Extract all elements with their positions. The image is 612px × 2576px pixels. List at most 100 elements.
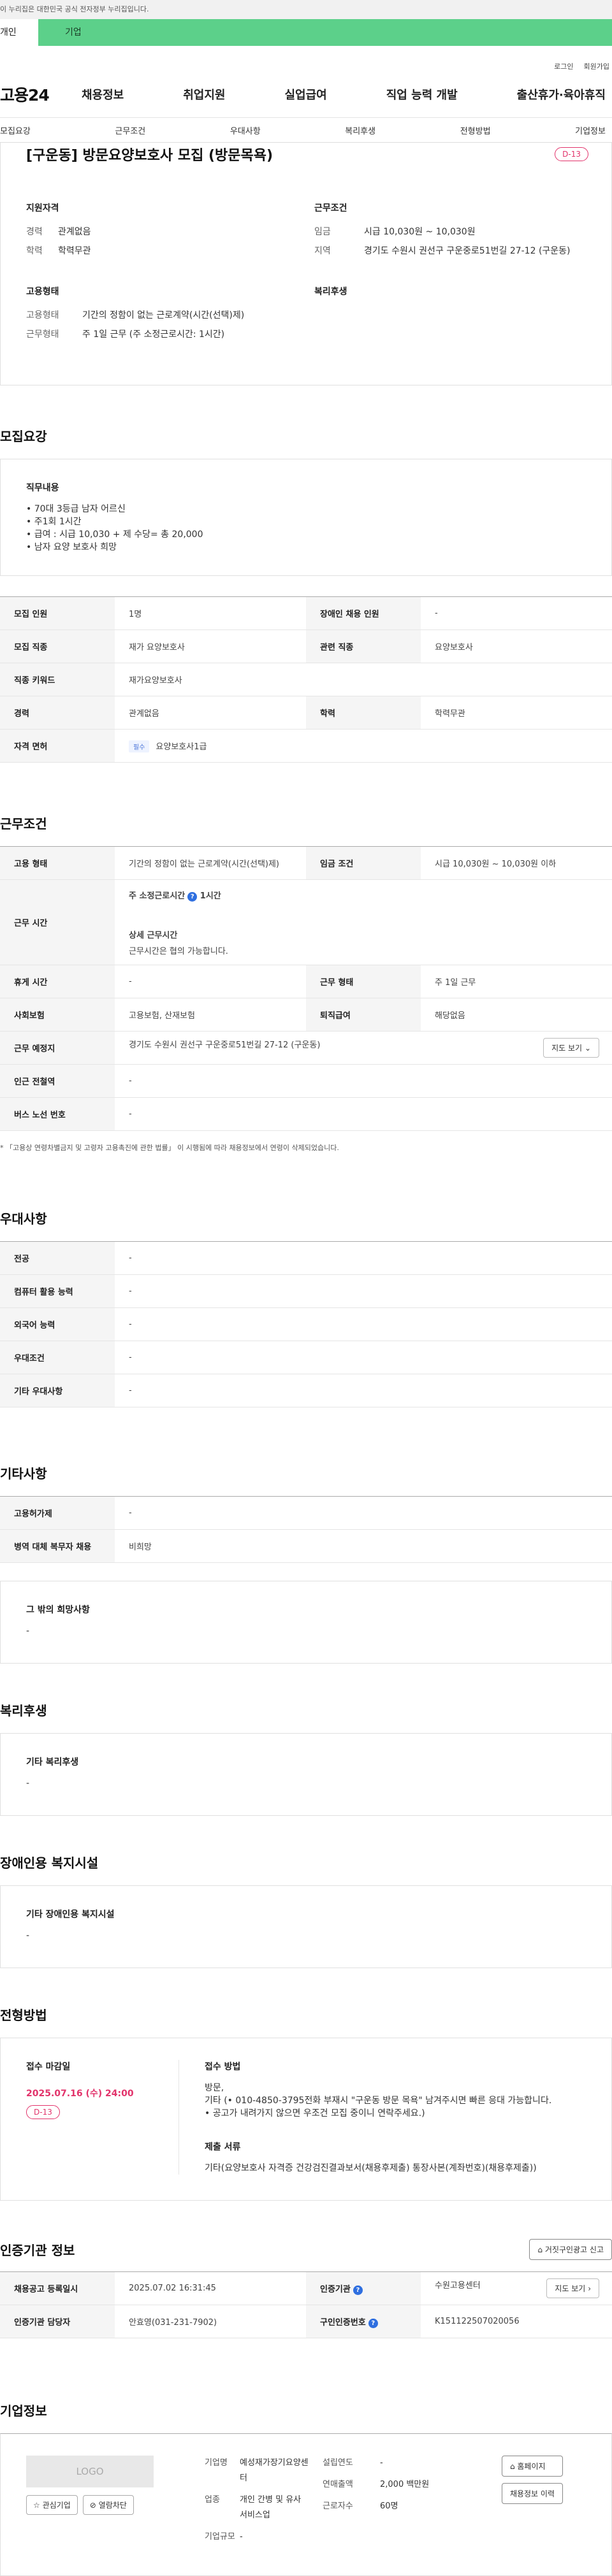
subway-key: 인근 전철역	[0, 1064, 115, 1098]
dday-badge: D-13	[26, 2105, 60, 2119]
company-box: LOGO ☆ 관심기업 ⊘ 열람차단 기업명 예성재가장기요양센터 업종 개인 간병…	[0, 2433, 612, 2576]
favorite-company-button[interactable]: ☆ 관심기업	[26, 2495, 78, 2515]
hours-cell: 주 소정근로시간? 1시간 상세 근무시간 근무시간은 협의 가능합니다.	[115, 879, 612, 965]
job-key: 모집 직종	[0, 630, 115, 663]
bus-key: 버스 노선 번호	[0, 1097, 115, 1131]
block-view-button[interactable]: ⊘ 열람차단	[82, 2495, 134, 2515]
biz-key: 업종	[205, 2495, 220, 2505]
hours-val1: 1시간	[200, 891, 221, 901]
etc-key: 고용허가제	[0, 1496, 115, 1530]
info-icon[interactable]: ?	[353, 2285, 363, 2295]
sec-nav-work[interactable]: 근무조건	[115, 124, 145, 136]
welfare-box-title: 기타 복리후생	[26, 1757, 79, 1767]
etc-value: 비희망	[115, 1529, 612, 1563]
wage-key: 임금 조건	[306, 846, 421, 880]
report-button[interactable]: ⌂ 거짓구인광고 신고	[529, 2239, 612, 2260]
cert-section-title: 인증기관 정보	[0, 2243, 75, 2258]
emp-type-value: 기간의 정함이 없는 근로계약(시간(선택)제)	[115, 846, 306, 880]
place-value: 경기도 수원시 권선구 구운중로51번길 27-12 (구운동)	[129, 1040, 321, 1050]
size-key: 기업규모	[205, 2532, 235, 2542]
history-button[interactable]: 채용정보 이력	[501, 2483, 563, 2504]
gnb-item-unemployment[interactable]: 실업급여	[285, 86, 327, 103]
keyword-key: 직종 키워드	[0, 663, 115, 696]
table-row: 직종 키워드 재가요양보호사	[0, 663, 612, 696]
sec-nav-recruit[interactable]: 모집요강	[0, 124, 31, 136]
job-title: [구운동] 방문요양보호사 모집 (방문목욕)	[26, 148, 273, 164]
no-key-cell: 구인인증번호?	[306, 2305, 421, 2338]
gnb-item-training[interactable]: 직업 능력 개발	[386, 86, 458, 103]
signup-link[interactable]: 회원가입	[584, 61, 609, 71]
pref-value: -	[115, 1341, 612, 1374]
table-row: 휴게 시간 - 근무 형태 주 1일 근무	[0, 965, 612, 998]
career-value: 관계없음	[115, 696, 306, 730]
info-icon[interactable]: ?	[368, 2318, 378, 2328]
tab-company[interactable]: 기업	[38, 19, 82, 46]
sec-nav-pref[interactable]: 우대사항	[230, 124, 261, 136]
headcount-value: 1명	[115, 596, 306, 630]
table-row: 고용허가제 -	[0, 1496, 612, 1530]
welfare-section-title: 복리후생	[0, 1703, 47, 1718]
method-box: 접수 마감일 2025.07.16 (수) 24:00 D-13 접수 방법 방…	[0, 2038, 612, 2201]
duty-title: 직무내용	[26, 483, 59, 493]
pref-table: 전공 - 컴퓨터 활용 능력 - 외국어 능력 - 우대조건 - 기타 우대사항 -	[0, 1241, 612, 1407]
map-button[interactable]: 지도 보기 ›	[546, 2278, 599, 2298]
hours-sub2: 상세 근무시간	[129, 930, 178, 940]
apply-line: 방문,	[205, 2083, 224, 2093]
qual-edu-value: 학력무관	[58, 246, 91, 256]
hours-val2: 근무시간은 협의 가능합니다.	[129, 946, 228, 956]
home-icon: ⌂	[537, 2245, 543, 2254]
company-section-title: 기업정보	[0, 2403, 47, 2419]
tab-personal[interactable]: 개인	[0, 19, 38, 46]
site-logo[interactable]: 고용24	[0, 83, 82, 106]
homepage-button[interactable]: ⌂ 홈페이지	[501, 2456, 563, 2477]
place-key: 근무 예정지	[0, 1031, 115, 1065]
gnb-item-support[interactable]: 취업지원	[183, 86, 225, 103]
no-value: K151122507020056	[421, 2305, 612, 2338]
reg-key: 채용공고 등록일시	[0, 2271, 115, 2305]
qual-career-key: 경력	[26, 227, 43, 237]
chevron-down-icon: ⌄	[584, 1044, 591, 1053]
cond-region-value: 경기도 수원시 권선구 구운중로51번길 27-12 (구운동)	[364, 246, 571, 256]
qual-title: 지원자격	[26, 203, 59, 213]
table-row: 전공 -	[0, 1241, 612, 1275]
emp-type-key: 고용형태	[26, 310, 59, 320]
info-icon[interactable]: ?	[187, 891, 198, 902]
sec-nav-method[interactable]: 전형방법	[460, 124, 491, 136]
cond-wage-key: 임금	[314, 227, 331, 237]
home-icon: ⌂	[509, 2462, 515, 2471]
pref-key: 기타 우대사항	[0, 1374, 115, 1407]
pref-value: -	[115, 1307, 612, 1341]
emp-type-key: 고용 형태	[0, 846, 115, 880]
gnb-item-jobs[interactable]: 채용정보	[82, 86, 124, 103]
org-cell: 수원고용센터 지도 보기 ›	[421, 2271, 612, 2305]
related-value: 요양보호사	[421, 630, 612, 663]
map-button[interactable]: 지도 보기 ⌄	[543, 1038, 599, 1058]
edu-value: 학력무관	[421, 696, 612, 730]
emp-value: 60명	[380, 2501, 398, 2511]
gnb-menu: 채용정보 취업지원 실업급여 직업 능력 개발 출산휴가·육아휴직	[82, 86, 612, 103]
form-value: 주 1일 근무	[421, 965, 612, 998]
sec-nav-company[interactable]: 기업정보	[575, 124, 606, 136]
disabled-section-title: 장애인용 복지시설	[0, 1855, 99, 1871]
recruit-section-title: 모집요강	[0, 429, 47, 444]
etc-box: 그 밖의 희망사항 -	[0, 1581, 612, 1664]
keyword-value: 재가요양보호사	[115, 663, 612, 696]
deadline-date: 2025.07.16 (수) 24:00	[26, 2089, 134, 2099]
util-links: 로그인 회원가입	[0, 46, 612, 71]
gov-notice-bar: 이 누리집은 대한민국 공식 전자정부 누리집입니다.	[0, 0, 612, 19]
table-row: 외국어 능력 -	[0, 1307, 612, 1341]
duty-box: 직무내용 • 70대 3등급 남자 어르신 • 주1회 1시간 • 급여 : 시…	[0, 459, 612, 576]
disabled-box: 기타 장애인용 복지시설 -	[0, 1885, 612, 1968]
gnb-item-leave[interactable]: 출산휴가·육아휴직	[517, 86, 606, 103]
table-row: 사회보험 고용보험, 산재보험 퇴직급여 해당없음	[0, 998, 612, 1032]
disabled-box-value: -	[26, 1931, 30, 1941]
login-link[interactable]: 로그인	[554, 61, 573, 71]
table-row: 병역 대체 복무자 채용 비희망	[0, 1529, 612, 1563]
table-row: 기타 우대사항 -	[0, 1374, 612, 1407]
etc-value: -	[115, 1496, 612, 1530]
year-key: 설립연도	[323, 2458, 353, 2468]
rest-key: 휴게 시간	[0, 965, 115, 998]
block-icon: ⊘	[89, 2501, 96, 2510]
sec-nav-welfare[interactable]: 복리후생	[345, 124, 375, 136]
table-row: 모집 직종 재가 요양보호사 관련 직종 요양보호사	[0, 630, 612, 663]
